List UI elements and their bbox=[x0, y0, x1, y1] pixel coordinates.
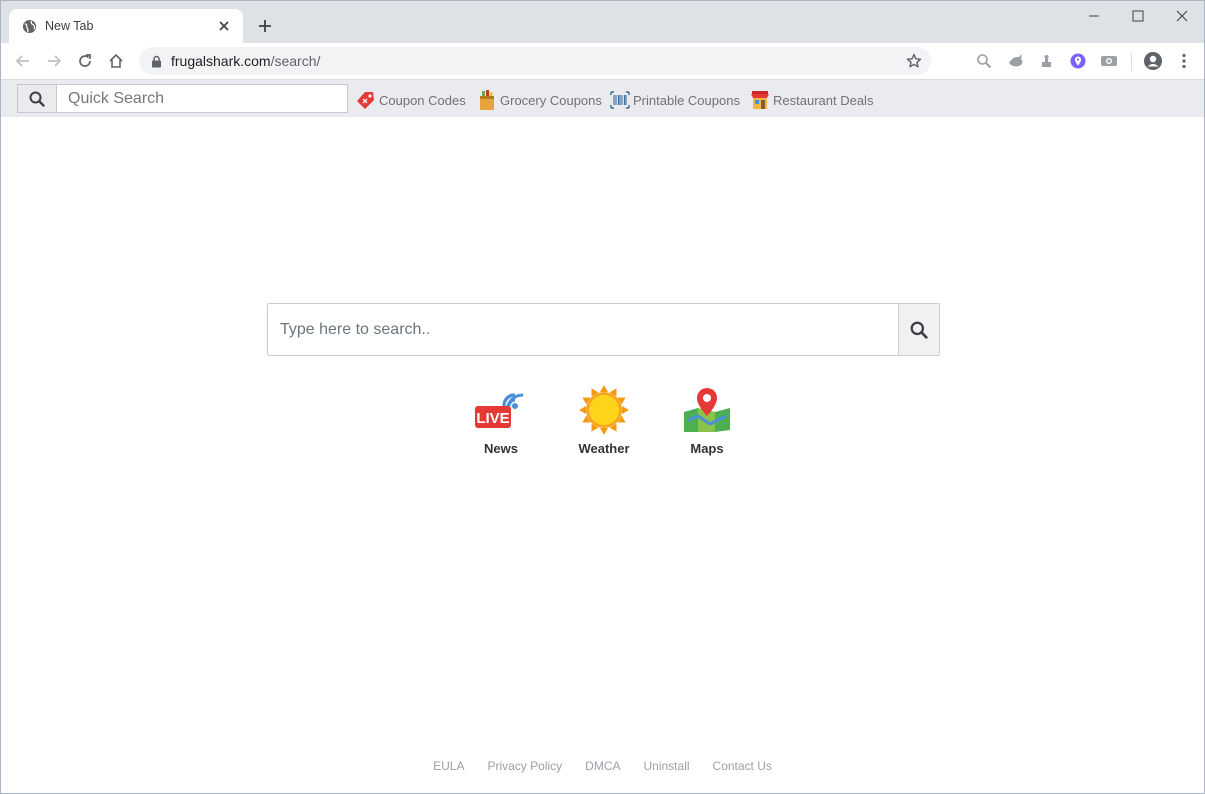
maximize-icon bbox=[1132, 10, 1144, 22]
grocery-bag-icon bbox=[477, 89, 497, 111]
browser-toolbar: frugalshark.com/search/ bbox=[1, 43, 1204, 79]
profile-avatar-icon[interactable] bbox=[1143, 51, 1163, 71]
main-search bbox=[267, 303, 940, 356]
barcode-icon bbox=[610, 89, 630, 111]
home-button[interactable] bbox=[103, 48, 129, 74]
home-icon bbox=[109, 53, 123, 68]
footer-contact-us-link[interactable]: Contact Us bbox=[713, 759, 772, 773]
extension-bar: Coupon Codes Grocery Coupons Printable C… bbox=[1, 79, 1204, 117]
quick-search-input[interactable] bbox=[57, 85, 347, 112]
footer-uninstall-link[interactable]: Uninstall bbox=[644, 759, 690, 773]
map-pin-icon bbox=[680, 385, 734, 435]
lock-icon bbox=[149, 54, 163, 68]
url-host: frugalshark.com bbox=[171, 53, 271, 69]
url-path: /search/ bbox=[270, 53, 321, 69]
zoom-extension-icon[interactable] bbox=[974, 51, 994, 71]
tab-new-tab[interactable]: New Tab bbox=[9, 9, 243, 43]
reload-icon bbox=[79, 54, 91, 67]
new-tab-button[interactable] bbox=[253, 14, 277, 38]
shortcut-maps[interactable]: Maps bbox=[672, 385, 742, 456]
main-search-button[interactable] bbox=[898, 304, 939, 355]
footer-eula-link[interactable]: EULA bbox=[433, 759, 464, 773]
coupon-codes-link[interactable]: Coupon Codes bbox=[356, 89, 466, 111]
footer: EULA Privacy Policy DMCA Uninstall Conta… bbox=[1, 759, 1204, 773]
globe-icon bbox=[21, 18, 37, 34]
window-close-button[interactable] bbox=[1167, 5, 1197, 27]
shortcut-weather-label: Weather bbox=[578, 441, 630, 456]
address-bar[interactable]: frugalshark.com/search/ bbox=[139, 47, 931, 75]
plus-icon bbox=[259, 20, 271, 32]
close-window-icon bbox=[1176, 10, 1188, 22]
shortcut-news[interactable]: LIVE News bbox=[466, 385, 536, 456]
close-icon[interactable] bbox=[215, 17, 233, 35]
footer-dmca-link[interactable]: DMCA bbox=[585, 759, 620, 773]
toolbar-divider bbox=[1131, 53, 1132, 71]
restaurant-deals-label: Restaurant Deals bbox=[773, 92, 874, 108]
tab-title: New Tab bbox=[45, 19, 94, 33]
reload-button[interactable] bbox=[72, 48, 98, 74]
shortcut-news-label: News bbox=[484, 441, 518, 456]
back-button[interactable] bbox=[10, 48, 36, 74]
live-news-icon: LIVE bbox=[474, 385, 528, 435]
location-extension-icon[interactable] bbox=[1068, 51, 1088, 71]
quick-search bbox=[17, 84, 348, 113]
printable-coupons-link[interactable]: Printable Coupons bbox=[610, 89, 740, 111]
url-text: frugalshark.com/search/ bbox=[171, 53, 320, 69]
search-icon bbox=[29, 91, 45, 107]
sun-icon bbox=[577, 385, 631, 435]
grocery-coupons-link[interactable]: Grocery Coupons bbox=[477, 89, 602, 111]
grocery-coupons-label: Grocery Coupons bbox=[500, 92, 602, 108]
menu-kebab-icon[interactable] bbox=[1174, 51, 1194, 71]
shark-extension-icon[interactable] bbox=[1006, 51, 1026, 71]
forward-button[interactable] bbox=[41, 48, 67, 74]
maximize-button[interactable] bbox=[1123, 5, 1153, 27]
quick-search-button[interactable] bbox=[18, 85, 57, 112]
search-icon bbox=[910, 321, 928, 339]
shortcut-weather[interactable]: Weather bbox=[569, 385, 639, 456]
coupon-codes-label: Coupon Codes bbox=[379, 92, 466, 108]
minimize-icon bbox=[1089, 15, 1099, 17]
shortcut-maps-label: Maps bbox=[690, 441, 724, 456]
browser-window: New Tab frugalshark.com/search/ Quick Se… bbox=[0, 0, 1205, 794]
footer-privacy-policy-link[interactable]: Privacy Policy bbox=[487, 759, 562, 773]
printable-coupons-label: Printable Coupons bbox=[633, 92, 740, 108]
restaurant-deals-link[interactable]: Restaurant Deals bbox=[750, 89, 873, 111]
puzzle-extension-icon[interactable] bbox=[1037, 51, 1057, 71]
main-search-input[interactable] bbox=[268, 304, 898, 355]
restaurant-icon bbox=[750, 89, 770, 111]
svg-text:LIVE: LIVE bbox=[476, 410, 509, 427]
bookmark-star-icon[interactable] bbox=[905, 52, 923, 70]
arrow-right-icon bbox=[48, 55, 62, 67]
tab-strip: New Tab bbox=[1, 1, 1204, 43]
camera-extension-icon[interactable] bbox=[1099, 51, 1119, 71]
arrow-left-icon bbox=[15, 55, 29, 67]
price-tag-icon bbox=[356, 89, 376, 111]
minimize-button[interactable] bbox=[1079, 5, 1109, 27]
